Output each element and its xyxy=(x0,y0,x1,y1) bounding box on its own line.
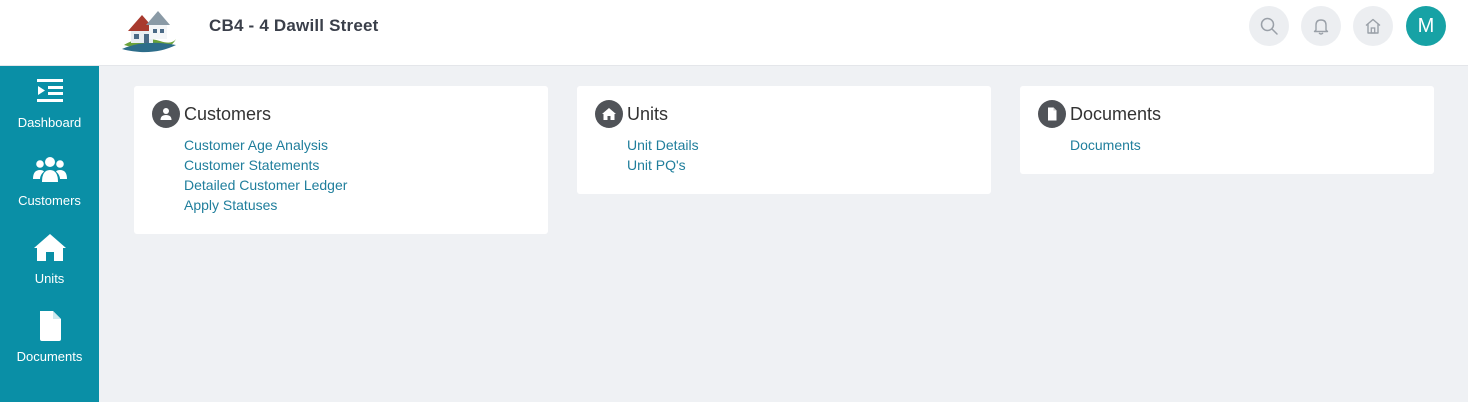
home-icon xyxy=(595,100,623,128)
customers-card: Customers Customer Age Analysis Customer… xyxy=(134,86,548,234)
dashboard-icon xyxy=(36,79,63,102)
unit-pqs-link[interactable]: Unit PQ's xyxy=(627,155,699,175)
page-title: CB4 - 4 Dawill Street xyxy=(209,16,379,35)
sidebar-item-label: Dashboard xyxy=(17,115,82,130)
documents-link[interactable]: Documents xyxy=(1070,135,1141,155)
home-button[interactable] xyxy=(1353,6,1393,46)
home-icon xyxy=(1365,18,1381,34)
apply-statuses-link[interactable]: Apply Statuses xyxy=(184,195,347,215)
card-links: Customer Age Analysis Customer Statement… xyxy=(184,135,347,215)
sidebar-item-label: Customers xyxy=(18,193,81,208)
document-icon xyxy=(39,311,61,341)
sidebar-item-documents[interactable]: Documents xyxy=(0,310,99,380)
sidebar-item-units[interactable]: Units xyxy=(0,232,99,302)
sidebar-item-label: Units xyxy=(34,271,65,286)
users-icon xyxy=(32,157,67,182)
bell-icon xyxy=(1313,19,1329,35)
documents-card: Documents Documents xyxy=(1020,86,1434,174)
unit-details-link[interactable]: Unit Details xyxy=(627,135,699,155)
user-icon xyxy=(152,100,180,128)
customer-age-analysis-link[interactable]: Customer Age Analysis xyxy=(184,135,347,155)
top-bar: CB4 - 4 Dawill Street M xyxy=(0,0,1468,66)
search-button[interactable] xyxy=(1249,6,1289,46)
card-header: Documents xyxy=(1038,100,1161,128)
card-title: Documents xyxy=(1070,103,1162,124)
card-header: Units xyxy=(595,100,668,128)
customer-statements-link[interactable]: Customer Statements xyxy=(184,155,347,175)
document-icon xyxy=(1038,100,1066,128)
units-card: Units Unit Details Unit PQ's xyxy=(577,86,991,194)
sidebar: Dashboard Customers Units Documents xyxy=(0,66,99,402)
detailed-customer-ledger-link[interactable]: Detailed Customer Ledger xyxy=(184,175,347,195)
logo[interactable] xyxy=(120,5,178,53)
search-icon xyxy=(1260,17,1278,35)
card-links: Documents xyxy=(1070,135,1141,155)
card-title: Units xyxy=(627,103,669,124)
sidebar-item-label: Documents xyxy=(16,349,83,364)
notifications-button[interactable] xyxy=(1301,6,1341,46)
user-avatar[interactable]: M xyxy=(1406,6,1446,46)
home-icon xyxy=(33,234,66,261)
card-title: Customers xyxy=(184,103,272,124)
card-links: Unit Details Unit PQ's xyxy=(627,135,699,175)
sidebar-item-dashboard[interactable]: Dashboard xyxy=(0,76,99,146)
card-header: Customers xyxy=(152,100,271,128)
sidebar-item-customers[interactable]: Customers xyxy=(0,154,99,224)
